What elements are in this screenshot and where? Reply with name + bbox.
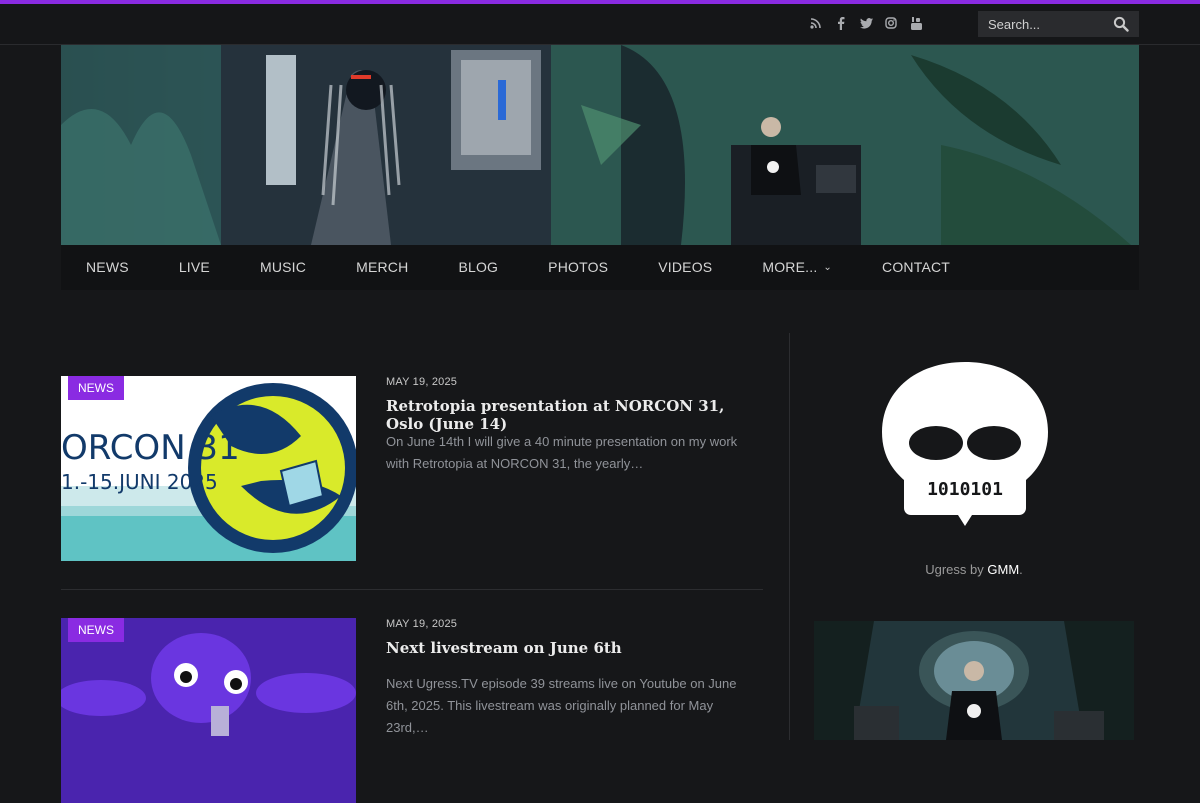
thumb-text-2: 1.-15.JUNI 2025 bbox=[61, 470, 218, 494]
post-title[interactable]: Retrotopia presentation at NORCON 31, Os… bbox=[386, 397, 756, 433]
post-thumbnail[interactable]: ORCON 31 1.-15.JUNI 2025 bbox=[61, 376, 356, 561]
post-date: MAY 19, 2025 bbox=[386, 618, 458, 630]
credit-link[interactable]: GMM bbox=[987, 562, 1019, 577]
search-icon[interactable] bbox=[1113, 16, 1129, 32]
nav-label: NEWS bbox=[86, 259, 129, 275]
search-input[interactable] bbox=[986, 15, 1110, 33]
post-date: MAY 19, 2025 bbox=[386, 376, 458, 388]
post-card: ORCON 31 1.-15.JUNI 2025 NEWS MAY 19, 20… bbox=[61, 376, 763, 561]
nav-item-more[interactable]: MORE... ⌄ bbox=[737, 245, 857, 290]
content-sidebar-divider bbox=[789, 333, 790, 740]
nav-item-news[interactable]: NEWS bbox=[61, 245, 154, 290]
post-title[interactable]: Next livestream on June 6th bbox=[386, 639, 756, 657]
thumb-text-1: ORCON 31 bbox=[61, 428, 240, 468]
nav-item-blog[interactable]: BLOG bbox=[433, 245, 523, 290]
credit-prefix: Ugress by bbox=[925, 562, 984, 577]
search-box bbox=[978, 11, 1139, 37]
post-card: NEWS MAY 19, 2025 Next livestream on Jun… bbox=[61, 618, 763, 803]
twitter-icon[interactable] bbox=[858, 15, 874, 31]
nav-item-photos[interactable]: PHOTOS bbox=[523, 245, 633, 290]
nav-item-live[interactable]: LIVE bbox=[154, 245, 235, 290]
chevron-down-icon: ⌄ bbox=[823, 262, 833, 273]
instagram-icon[interactable] bbox=[883, 15, 899, 31]
rss-icon[interactable] bbox=[808, 15, 824, 31]
category-badge[interactable]: NEWS bbox=[68, 376, 124, 400]
facebook-icon[interactable] bbox=[833, 15, 849, 31]
credit-suffix: . bbox=[1019, 562, 1023, 577]
top-bar bbox=[0, 4, 1200, 45]
nav-item-videos[interactable]: VIDEOS bbox=[633, 245, 737, 290]
sidebar-image[interactable] bbox=[814, 621, 1134, 740]
nav-label: BLOG bbox=[458, 259, 499, 275]
skull-logo[interactable]: 1010101 bbox=[880, 360, 1050, 530]
nav-label: CONTACT bbox=[882, 259, 951, 275]
youtube-icon[interactable] bbox=[908, 15, 924, 31]
nav-item-contact[interactable]: CONTACT bbox=[857, 245, 975, 290]
category-badge[interactable]: NEWS bbox=[68, 618, 124, 642]
main-nav: NEWS LIVE MUSIC MERCH BLOG PHOTOS VIDEOS… bbox=[61, 245, 1139, 290]
post-excerpt: Next Ugress.TV episode 39 streams live o… bbox=[386, 676, 737, 735]
social-links bbox=[808, 15, 924, 31]
nav-label: MUSIC bbox=[259, 259, 307, 275]
post-thumbnail[interactable] bbox=[61, 618, 356, 803]
nav-item-music[interactable]: MUSIC bbox=[235, 245, 331, 290]
nav-label: MERCH bbox=[356, 259, 409, 275]
skull-logo-text: 1010101 bbox=[927, 479, 1003, 500]
nav-label: LIVE bbox=[178, 259, 210, 275]
site-credit: Ugress by GMM. bbox=[814, 562, 1134, 577]
post-excerpt: On June 14th I will give a 40 minute pre… bbox=[386, 434, 738, 471]
nav-label: MORE... bbox=[762, 259, 818, 275]
nav-label: PHOTOS bbox=[548, 259, 609, 275]
nav-label: VIDEOS bbox=[658, 259, 713, 275]
post-separator bbox=[61, 589, 763, 590]
header-banner-image bbox=[61, 45, 1139, 245]
nav-item-merch[interactable]: MERCH bbox=[331, 245, 433, 290]
